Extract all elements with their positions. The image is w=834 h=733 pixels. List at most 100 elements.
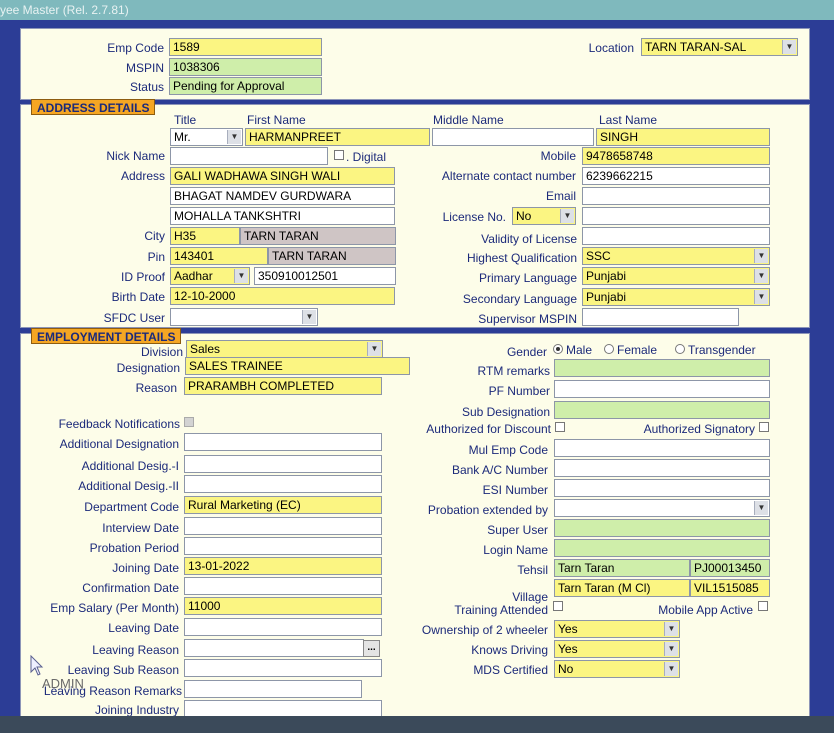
mobile-field[interactable]: 9478658748 (582, 147, 770, 165)
interview-field[interactable] (184, 517, 382, 535)
address-line3-field[interactable]: MOHALLA TANKSHTRI (170, 207, 395, 225)
location-value: TARN TARAN-SAL (645, 40, 747, 54)
bank-field[interactable] (554, 459, 770, 477)
designation-field[interactable]: SALES TRAINEE (185, 357, 410, 375)
gender-trans-radio[interactable] (675, 344, 685, 354)
pin-field[interactable]: 143401 (170, 247, 268, 265)
city-code-field[interactable]: H35 (170, 227, 240, 245)
gender-female-radio[interactable] (604, 344, 614, 354)
probation-ext-select[interactable]: ▼ (554, 499, 770, 517)
dropdown-arrow-icon[interactable]: ▼ (227, 130, 241, 144)
id-proof-no-field[interactable]: 350910012501 (254, 267, 396, 285)
email-field[interactable] (582, 187, 770, 205)
auth-discount-checkbox[interactable] (555, 422, 565, 432)
reason-field[interactable]: PRARAMBH COMPLETED (184, 377, 382, 395)
division-select[interactable]: Sales ▼ (186, 340, 383, 358)
dropdown-arrow-icon[interactable]: ▼ (664, 622, 678, 636)
mobile-app-checkbox[interactable] (758, 601, 768, 611)
auth-signatory-checkbox[interactable] (759, 422, 769, 432)
pf-field[interactable] (554, 380, 770, 398)
knows-driving-value: Yes (558, 642, 578, 656)
gender-male-radio[interactable] (553, 344, 563, 354)
leaving-reason-lookup-button[interactable]: ... (363, 640, 380, 657)
alt-contact-field[interactable]: 6239662215 (582, 167, 770, 185)
last-name-field[interactable]: SINGH (596, 128, 770, 146)
add-desig1-field[interactable] (184, 455, 382, 473)
employment-section-title: EMPLOYMENT DETAILS (31, 328, 182, 344)
leaving-remarks-field[interactable] (184, 680, 362, 698)
digital-label: . Digital (346, 150, 387, 164)
bottom-status-bar (0, 716, 834, 733)
login-field (554, 539, 770, 557)
gender-label: Gender (506, 345, 547, 359)
two-wheeler-select[interactable]: Yes ▼ (554, 620, 680, 638)
joining-field[interactable]: 13-01-2022 (184, 557, 382, 575)
feedback-checkbox[interactable] (184, 417, 194, 427)
mul-emp-label: Mul Emp Code (468, 443, 548, 457)
leaving-sub-field[interactable] (184, 659, 382, 677)
dropdown-arrow-icon[interactable]: ▼ (782, 40, 796, 54)
dropdown-arrow-icon[interactable]: ▼ (234, 269, 248, 283)
address-label: Address (120, 169, 165, 183)
esi-field[interactable] (554, 479, 770, 497)
nick-name-field[interactable] (170, 147, 328, 165)
birth-date-field[interactable]: 12-10-2000 (170, 287, 395, 305)
dropdown-arrow-icon[interactable]: ▼ (560, 209, 574, 223)
city-name-field: TARN TARAN (240, 227, 396, 245)
dropdown-arrow-icon[interactable]: ▼ (302, 310, 316, 324)
emp-code-field[interactable]: 1589 (169, 38, 322, 56)
salary-label: Emp Salary (Per Month) (50, 601, 179, 615)
add-desig-field[interactable] (184, 433, 382, 451)
sfdc-user-select[interactable]: ▼ (170, 308, 318, 326)
dropdown-arrow-icon[interactable]: ▼ (754, 290, 768, 304)
dept-code-field[interactable]: Rural Marketing (EC) (184, 496, 382, 514)
first-name-field[interactable]: HARMANPREET (245, 128, 430, 146)
middle-name-field[interactable] (432, 128, 594, 146)
window-title: yee Master (Rel. 2.7.81) (0, 0, 834, 20)
pin-label: Pin (147, 250, 165, 264)
title-value: Mr. (174, 130, 191, 144)
village-code-field[interactable]: VIL1515085 (690, 579, 770, 597)
validity-field[interactable] (582, 227, 770, 245)
id-proof-type-select[interactable]: Aadhar ▼ (170, 267, 250, 285)
two-wheeler-label: Ownership of 2 wheeler (421, 623, 548, 637)
leaving-date-field[interactable] (184, 618, 382, 636)
address-line1-field[interactable]: GALI WADHAWA SINGH WALI (170, 167, 395, 185)
dropdown-arrow-icon[interactable]: ▼ (664, 642, 678, 656)
digital-checkbox[interactable] (334, 150, 344, 160)
highest-qual-select[interactable]: SSC ▼ (582, 247, 770, 265)
birth-date-label: Birth Date (111, 290, 165, 304)
probation-field[interactable] (184, 537, 382, 555)
dropdown-arrow-icon[interactable]: ▼ (754, 269, 768, 283)
address-line2-field[interactable]: BHAGAT NAMDEV GURDWARA (170, 187, 395, 205)
salary-field[interactable]: 11000 (184, 597, 382, 615)
dropdown-arrow-icon[interactable]: ▼ (664, 662, 678, 676)
location-select[interactable]: TARN TARAN-SAL ▼ (641, 38, 798, 56)
leaving-reason-field[interactable] (184, 639, 364, 657)
dept-code-label: Department Code (84, 500, 179, 514)
supervisor-mspin-field[interactable] (582, 308, 739, 326)
license-label: License No. (442, 210, 506, 224)
secondary-lang-select[interactable]: Punjabi ▼ (582, 288, 770, 306)
dropdown-arrow-icon[interactable]: ▼ (754, 249, 768, 263)
village-field[interactable]: Tarn Taran (M Cl) (554, 579, 690, 597)
first-name-label: First Name (247, 113, 306, 127)
secondary-lang-label: Secondary Language (462, 292, 577, 306)
id-proof-label: ID Proof (120, 270, 165, 284)
license-select[interactable]: No ▼ (512, 207, 576, 225)
training-checkbox[interactable] (553, 601, 563, 611)
knows-driving-select[interactable]: Yes ▼ (554, 640, 680, 658)
title-select[interactable]: Mr. ▼ (170, 128, 243, 146)
add-desig2-field[interactable] (184, 475, 382, 493)
confirmation-field[interactable] (184, 577, 382, 595)
sub-desig-label: Sub Designation (461, 405, 550, 419)
primary-lang-select[interactable]: Punjabi ▼ (582, 267, 770, 285)
city-label: City (144, 229, 165, 243)
mul-emp-field[interactable] (554, 439, 770, 457)
mds-select[interactable]: No ▼ (554, 660, 680, 678)
dropdown-arrow-icon[interactable]: ▼ (754, 501, 768, 515)
license-no-field[interactable] (582, 207, 770, 225)
add-desig1-label: Additional Desig.-I (81, 459, 179, 473)
add-desig-label: Additional Designation (59, 437, 179, 451)
dropdown-arrow-icon[interactable]: ▼ (367, 342, 381, 356)
